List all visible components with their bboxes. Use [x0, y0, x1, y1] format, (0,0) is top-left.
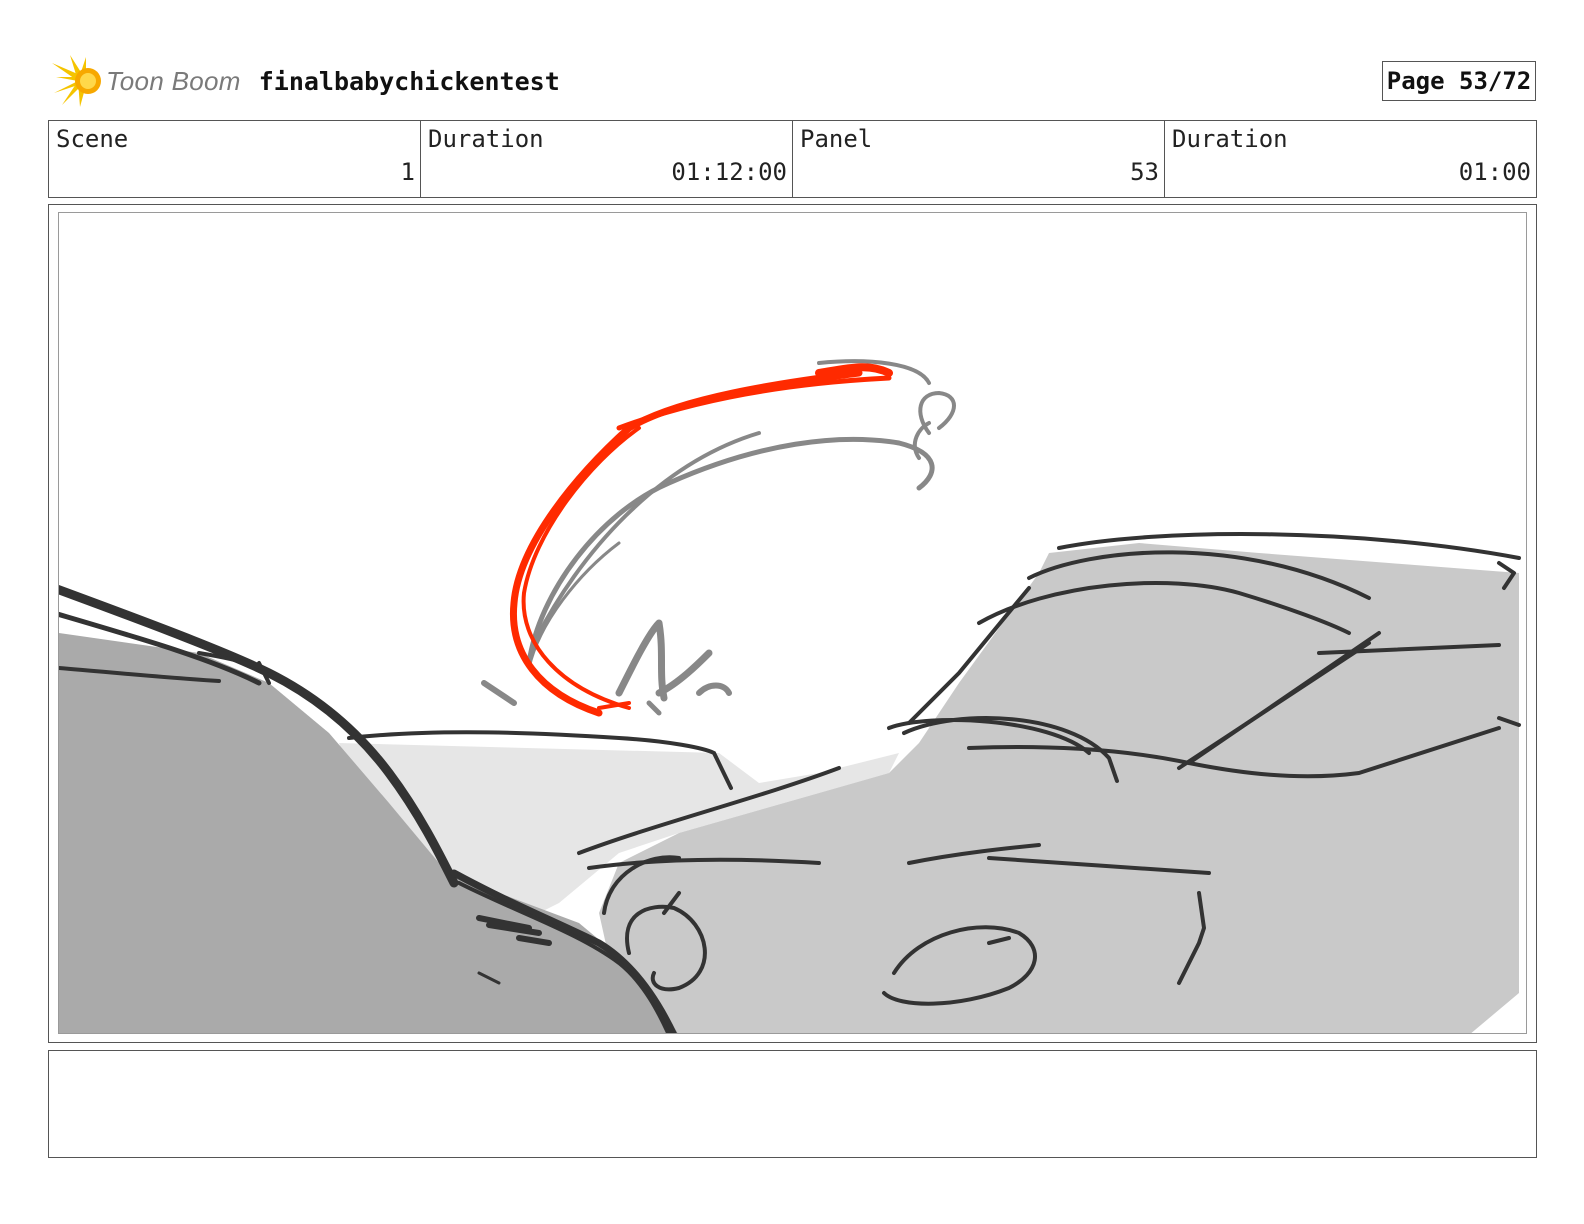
page-number-badge: Page 53/72 — [1382, 61, 1536, 101]
scene-label: Scene — [56, 125, 129, 153]
panel-info-table: Scene 1 Duration 01:12:00 Panel 53 Durat… — [48, 120, 1537, 198]
panel-duration-label: Duration — [1172, 125, 1288, 153]
scene-cell: Scene 1 — [49, 121, 421, 197]
panel-duration-cell: Duration 01:00 — [1165, 121, 1536, 197]
scene-value: 1 — [400, 158, 415, 186]
scene-duration-cell: Duration 01:12:00 — [421, 121, 793, 197]
page-header: Toon Boom finalbabychickentest — [52, 55, 560, 107]
panel-value: 53 — [1130, 158, 1159, 186]
toon-boom-logo: Toon Boom — [52, 55, 241, 107]
storyboard-drawing-area — [58, 212, 1527, 1034]
scene-duration-label: Duration — [428, 125, 544, 153]
starburst-icon — [52, 55, 101, 107]
panel-label: Panel — [800, 125, 873, 153]
panel-cell: Panel 53 — [793, 121, 1165, 197]
panel-duration-value: 01:00 — [1458, 158, 1531, 186]
storyboard-sketch — [59, 359, 1521, 1033]
project-title: finalbabychickentest — [258, 66, 560, 96]
scene-duration-value: 01:12:00 — [671, 158, 787, 186]
logo-text: Toon Boom — [106, 65, 241, 96]
storyboard-panel-frame — [48, 204, 1537, 1043]
panel-notes-box — [48, 1050, 1537, 1158]
